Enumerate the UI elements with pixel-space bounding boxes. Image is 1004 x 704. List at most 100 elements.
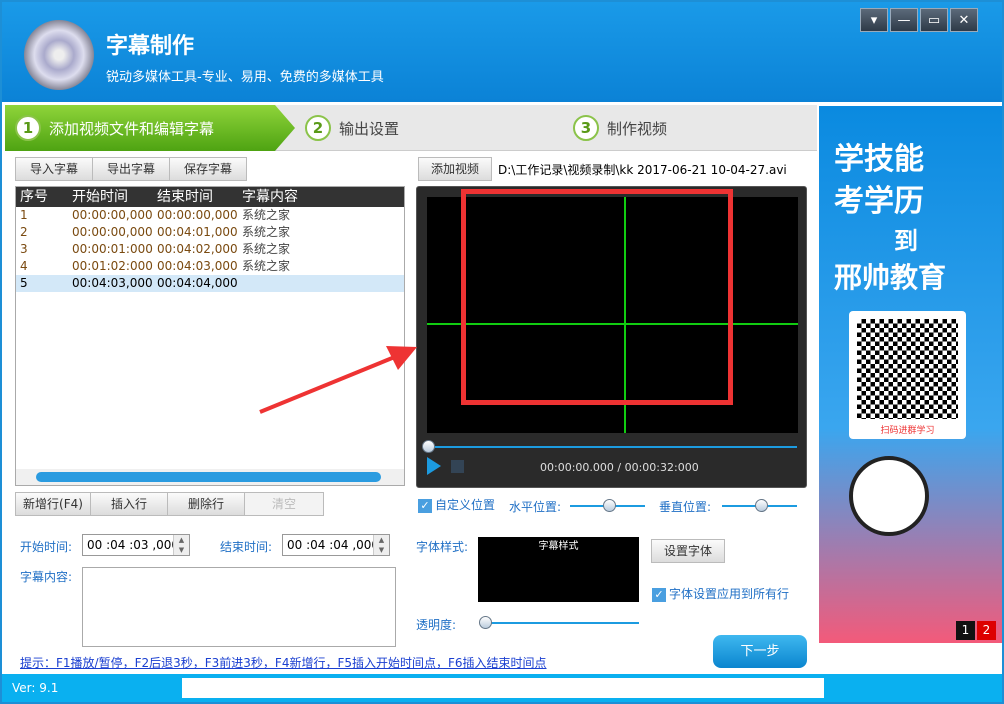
step-label: 添加视频文件和编辑字幕 bbox=[49, 119, 215, 138]
advertisement-banner[interactable]: 学技能 考学历 到 邢帅教育 扫码进群学习 1 2 bbox=[819, 106, 1002, 643]
table-row[interactable]: 3 00:00:01:000 00:04:02,000 系统之家 bbox=[16, 241, 404, 258]
stop-icon[interactable] bbox=[451, 460, 464, 473]
ad-line2: 考学历 bbox=[834, 184, 924, 219]
table-cell: 00:01:02:000 bbox=[72, 259, 153, 273]
close-button[interactable]: ✕ bbox=[950, 8, 978, 32]
scrollbar-thumb[interactable] bbox=[36, 472, 381, 482]
table-row[interactable]: 5 00:04:03,000 00:04:04,000 bbox=[16, 275, 404, 292]
table-cell: 00:04:03,000 bbox=[72, 276, 153, 290]
table-cell: 4 bbox=[20, 259, 28, 273]
play-icon[interactable] bbox=[427, 457, 441, 475]
table-cell: 3 bbox=[20, 242, 28, 256]
table-cell bbox=[238, 275, 404, 292]
app-subtitle: 锐动多媒体工具-专业、易用、免费的多媒体工具 bbox=[106, 70, 384, 85]
step-3[interactable]: 3 制作视频 bbox=[573, 105, 667, 151]
subtitle-content-input[interactable] bbox=[82, 567, 396, 647]
video-player: 00:00:00.000 / 00:00:32:000 bbox=[416, 186, 807, 488]
status-progress bbox=[182, 678, 824, 698]
table-cell: 00:04:03,000 bbox=[157, 259, 238, 273]
table-row[interactable]: 4 00:01:02:000 00:04:03,000 系统之家 bbox=[16, 258, 404, 275]
save-subtitle-button[interactable]: 保存字幕 bbox=[169, 157, 247, 181]
end-time-input[interactable]: 00 :04 :04 ,000 ▲ ▼ bbox=[282, 534, 390, 556]
ad-page-2[interactable]: 2 bbox=[977, 621, 996, 640]
col-index[interactable]: 序号 bbox=[16, 187, 68, 207]
apply-all-label: 字体设置应用到所有行 bbox=[669, 587, 790, 601]
apply-all-checkbox[interactable]: ✓ 字体设置应用到所有行 bbox=[652, 585, 789, 602]
import-subtitle-button[interactable]: 导入字幕 bbox=[15, 157, 93, 181]
ad-line3: 到 bbox=[894, 227, 918, 255]
table-cell: 00:00:00,000 bbox=[72, 208, 153, 222]
col-start[interactable]: 开始时间 bbox=[68, 187, 153, 207]
table-cell: 00:00:00,000 bbox=[157, 208, 238, 222]
add-video-button[interactable]: 添加视频 bbox=[418, 157, 492, 181]
opacity-knob[interactable] bbox=[479, 616, 492, 629]
end-time-label: 结束时间: bbox=[220, 540, 273, 554]
custom-position-label: 自定义位置 bbox=[435, 498, 496, 512]
h-position-knob[interactable] bbox=[603, 499, 616, 512]
font-preview: 字幕样式 bbox=[478, 537, 639, 602]
clear-button[interactable]: 清空 bbox=[244, 492, 324, 516]
h-position-label: 水平位置: bbox=[509, 500, 562, 514]
step-label: 输出设置 bbox=[339, 119, 400, 138]
start-time-label: 开始时间: bbox=[20, 540, 73, 554]
set-font-button[interactable]: 设置字体 bbox=[651, 539, 725, 563]
maximize-button[interactable]: ▭ bbox=[920, 8, 948, 32]
table-cell: 00:00:01:000 bbox=[72, 242, 153, 256]
step-number: 3 bbox=[573, 115, 599, 141]
spin-arrows-icon[interactable]: ▲ ▼ bbox=[173, 535, 189, 555]
font-style-label: 字体样式: bbox=[416, 540, 469, 554]
content-label: 字幕内容: bbox=[20, 570, 73, 584]
step-bar: 1 添加视频文件和编辑字幕 2 输出设置 3 制作视频 bbox=[5, 105, 817, 151]
step-1[interactable]: 1 添加视频文件和编辑字幕 bbox=[5, 105, 295, 151]
table-cell: 系统之家 bbox=[242, 208, 291, 222]
col-end[interactable]: 结束时间 bbox=[153, 187, 238, 207]
opacity-label: 透明度: bbox=[416, 618, 457, 632]
status-bar: Ver: 9.1 bbox=[2, 674, 1002, 702]
table-row[interactable]: 1 00:00:00,000 00:00:00,000 系统之家 bbox=[16, 207, 404, 224]
video-screen[interactable] bbox=[427, 189, 798, 433]
minimize-button[interactable]: — bbox=[890, 8, 918, 32]
v-position-label: 垂直位置: bbox=[659, 500, 712, 514]
app-logo-icon bbox=[24, 20, 94, 90]
app-window: 字幕制作 锐动多媒体工具-专业、易用、免费的多媒体工具 ▾ — ▭ ✕ 1 添加视… bbox=[0, 0, 1004, 704]
end-time-value: 00 :04 :04 ,000 bbox=[287, 538, 380, 552]
step-label: 制作视频 bbox=[607, 119, 668, 138]
delete-row-button[interactable]: 删除行 bbox=[167, 492, 245, 516]
col-content[interactable]: 字幕内容 bbox=[238, 187, 404, 207]
video-path: D:\工作记录\视频录制\kk 2017-06-21 10-04-27.avi bbox=[498, 163, 787, 177]
checkbox-checked-icon: ✓ bbox=[418, 498, 432, 513]
table-cell: 00:00:00,000 bbox=[72, 225, 153, 239]
horizontal-scrollbar[interactable] bbox=[16, 469, 404, 485]
table-cell: 系统之家 bbox=[242, 225, 291, 239]
step-2[interactable]: 2 输出设置 bbox=[305, 105, 399, 151]
table-cell: 1 bbox=[20, 208, 28, 222]
annotation-arrow bbox=[259, 346, 417, 414]
insert-row-button[interactable]: 插入行 bbox=[90, 492, 168, 516]
table-cell: 00:04:04,000 bbox=[157, 276, 238, 290]
ad-line1: 学技能 bbox=[834, 142, 924, 177]
header: 字幕制作 锐动多媒体工具-专业、易用、免费的多媒体工具 ▾ — ▭ ✕ bbox=[2, 2, 1002, 102]
new-row-button[interactable]: 新增行(F4) bbox=[15, 492, 91, 516]
opacity-slider[interactable] bbox=[482, 622, 639, 624]
spin-arrows-icon[interactable]: ▲ ▼ bbox=[373, 535, 389, 555]
ad-page-1[interactable]: 1 bbox=[956, 621, 975, 640]
hint-link[interactable]: 提示：F1播放/暂停，F2后退3秒，F3前进3秒，F4新增行，F5插入开始时间点… bbox=[20, 654, 547, 671]
annotation-rectangle bbox=[461, 189, 733, 405]
v-position-knob[interactable] bbox=[755, 499, 768, 512]
custom-position-checkbox[interactable]: ✓ 自定义位置 bbox=[418, 496, 495, 513]
start-time-value: 00 :04 :03 ,000 bbox=[87, 538, 180, 552]
step-number: 1 bbox=[15, 115, 41, 141]
panda-mascot bbox=[849, 456, 929, 536]
table-row[interactable]: 2 00:00:00,000 00:04:01,000 系统之家 bbox=[16, 224, 404, 241]
progress-knob[interactable] bbox=[422, 440, 435, 453]
menu-button[interactable]: ▾ bbox=[860, 8, 888, 32]
table-cell: 系统之家 bbox=[242, 242, 291, 256]
table-cell: 2 bbox=[20, 225, 28, 239]
export-subtitle-button[interactable]: 导出字幕 bbox=[92, 157, 170, 181]
next-step-button[interactable]: 下一步 bbox=[713, 635, 807, 668]
version-label: Ver: 9.1 bbox=[12, 681, 59, 695]
start-time-input[interactable]: 00 :04 :03 ,000 ▲ ▼ bbox=[82, 534, 190, 556]
step-number: 2 bbox=[305, 115, 331, 141]
video-progress-slider[interactable] bbox=[427, 446, 797, 448]
table-cell: 00:04:01,000 bbox=[157, 225, 238, 239]
